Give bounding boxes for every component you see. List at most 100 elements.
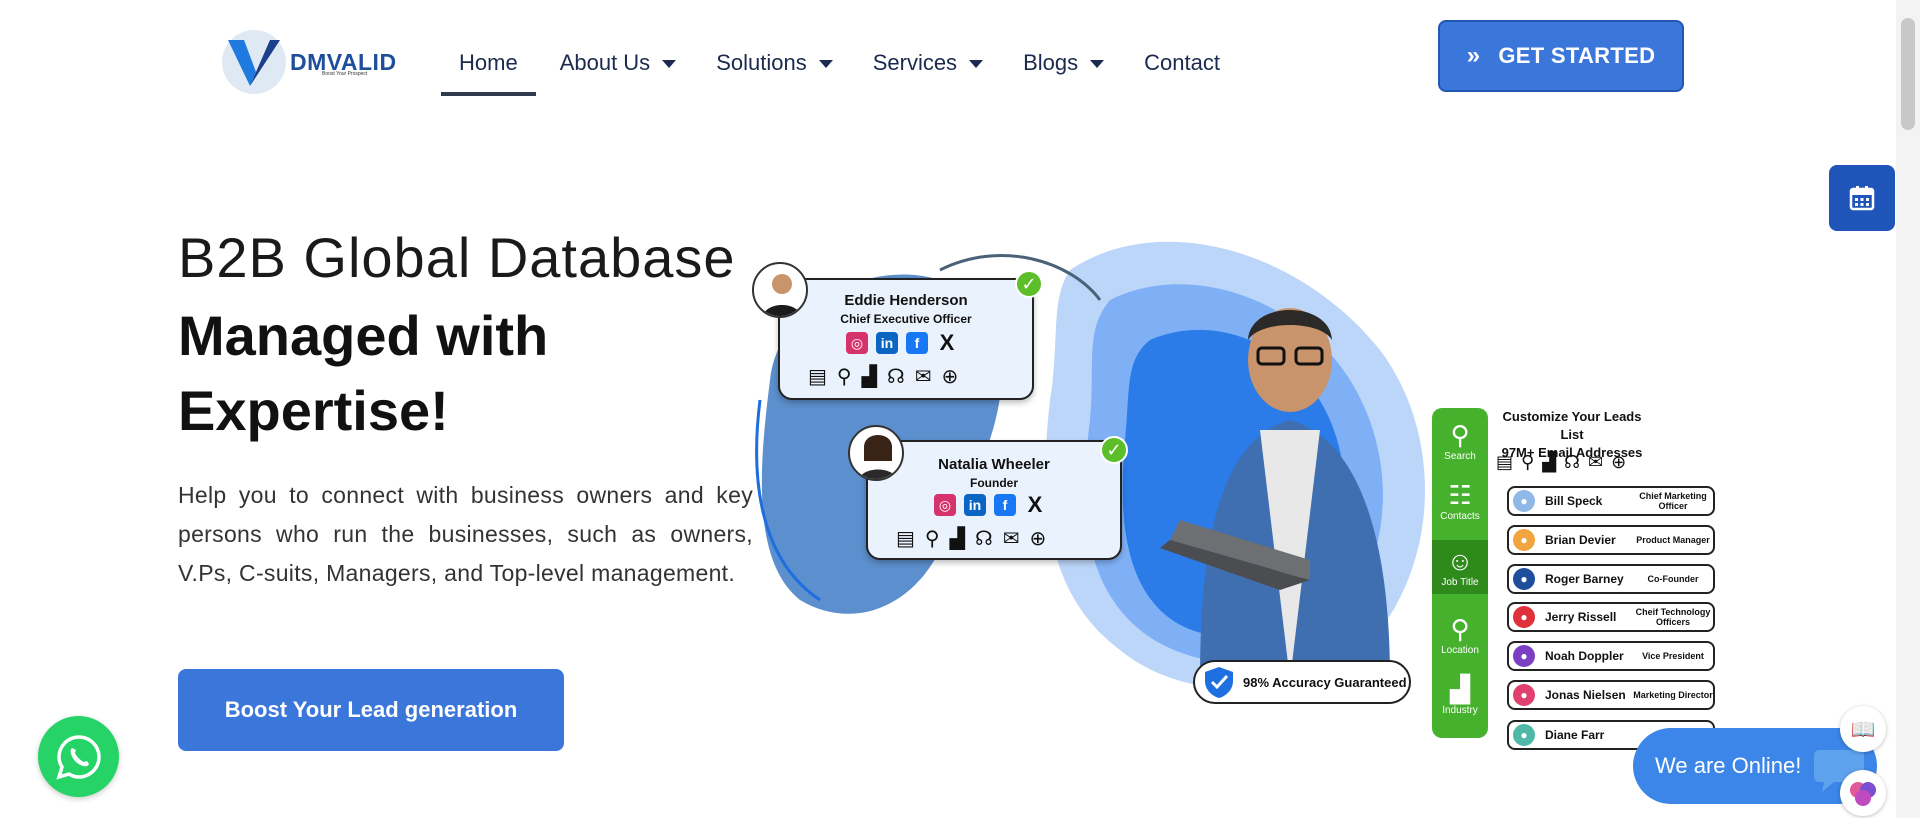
nav-item-label: Contact: [1144, 50, 1220, 75]
person-icon: ●: [1513, 724, 1535, 746]
lead-row: ● Brian Devier Product Manager: [1507, 525, 1715, 555]
lead-name: Brian Devier: [1545, 533, 1616, 547]
hero-title-line2: Managed with Expertise!: [178, 304, 549, 442]
globe-icon: ⊕: [1611, 452, 1627, 472]
nav-item-label: About Us: [559, 50, 651, 75]
job-icon: ☺: [1446, 546, 1474, 576]
social-icons: ◎ in f X: [846, 330, 958, 355]
filter-contacts: ☷ Contacts: [1432, 480, 1488, 522]
lead-name: Bill Speck: [1545, 494, 1603, 508]
filter-search: ⚲ Search: [1432, 420, 1488, 462]
book-icon: 📖: [1850, 718, 1876, 741]
person-icon: ●: [1513, 490, 1535, 512]
get-started-label: GET STARTED: [1498, 43, 1656, 68]
factory-icon: ▟: [1450, 674, 1470, 704]
lead-row: ● Jerry Rissell Cheif Technology Officer…: [1507, 602, 1715, 632]
nav-item-contact[interactable]: Contact: [1144, 38, 1220, 88]
hero-title-line1: B2B Global Database: [178, 226, 736, 289]
location-pin-icon: ⚲: [1450, 614, 1470, 644]
filter-label: Location: [1441, 645, 1479, 656]
caret-down-icon: [969, 60, 984, 68]
card-name: Eddie Henderson: [844, 292, 968, 309]
man-with-laptop-image: [1160, 308, 1390, 680]
list-icon: ▤: [896, 528, 915, 550]
facebook-icon: f: [994, 494, 1016, 516]
boost-lead-generation-button[interactable]: Boost Your Lead generation: [178, 669, 564, 751]
location-pin-icon: ⚲: [924, 528, 940, 550]
reader-mode-button[interactable]: 📖: [1840, 706, 1886, 752]
lead-name: Diane Farr: [1545, 728, 1605, 742]
linkedin-icon: in: [876, 332, 898, 354]
accuracy-text: 98% Accuracy Guaranteed: [1243, 674, 1407, 690]
linkedin-icon: in: [964, 494, 986, 516]
contact-data-icons: ▤ ⚲ ▟ ☊ ✉ ⊕: [896, 526, 1046, 551]
envelope-icon: ✉: [1002, 528, 1020, 550]
lead-title: Product Manager: [1636, 535, 1710, 545]
lead-title: Vice President: [1642, 651, 1704, 661]
nav-item-services[interactable]: Services: [872, 38, 984, 88]
headset-icon: ☊: [974, 528, 993, 550]
page-scrollbar[interactable]: [1896, 0, 1920, 818]
nav-item-about-us[interactable]: About Us: [560, 38, 677, 88]
contacts-icon: ☷: [1448, 480, 1472, 510]
caret-down-icon: [662, 60, 677, 68]
lead-row: ● Roger Barney Co-Founder: [1507, 564, 1715, 594]
card-role: Founder: [970, 476, 1018, 490]
verified-check-icon: ✓: [1015, 270, 1043, 298]
factory-icon: ▟: [1542, 452, 1557, 472]
nav-item-home[interactable]: Home: [441, 38, 536, 96]
get-started-button[interactable]: » GET STARTED: [1438, 20, 1684, 92]
search-icon: ⚲: [1450, 420, 1470, 450]
brand-logo[interactable]: DMVALID Boost Your Prospect: [222, 30, 402, 94]
caret-down-icon: [1090, 60, 1105, 68]
person-icon: ●: [1513, 684, 1535, 706]
person-icon: ●: [1513, 568, 1535, 590]
double-chevron-right-icon: »: [1466, 42, 1481, 69]
contact-card-eddie: Eddie Henderson Chief Executive Officer …: [778, 278, 1034, 400]
location-pin-icon: ⚲: [1521, 452, 1535, 472]
lead-row: ● Jonas Nielsen Marketing Director: [1507, 680, 1715, 710]
hero-illustration: Eddie Henderson Chief Executive Officer …: [740, 230, 1740, 790]
person-icon: ●: [1513, 645, 1535, 667]
filter-label: Search: [1444, 451, 1476, 462]
filter-sidebar: ⚲ Search ☷ Contacts ☺ Job Title ⚲ Location ▟…: [1432, 408, 1488, 738]
factory-icon: ▟: [949, 528, 965, 550]
panel-data-icons: ▤ ⚲ ▟ ☊ ✉ ⊕: [1496, 452, 1626, 473]
social-icons: ◎ in f X: [934, 492, 1046, 517]
logo-mark-icon: [222, 30, 286, 94]
contact-card-natalia: Natalia Wheeler Founder ◎ in f X ▤ ⚲ ▟ ☊…: [866, 440, 1122, 560]
lead-row: ● Noah Doppler Vice President: [1507, 641, 1715, 671]
location-pin-icon: ⚲: [836, 366, 852, 388]
lead-row: ● Bill Speck Chief Marketing Officer: [1507, 486, 1715, 516]
instagram-icon: ◎: [934, 494, 956, 516]
whatsapp-button[interactable]: [38, 716, 119, 797]
lead-name: Jerry Rissell: [1545, 610, 1617, 624]
lead-name: Noah Doppler: [1545, 649, 1624, 663]
accuracy-badge: 98% Accuracy Guaranteed: [1193, 660, 1411, 704]
person-icon: ●: [1513, 606, 1535, 628]
list-icon: ▤: [808, 366, 827, 388]
scrollbar-thumb[interactable]: [1901, 18, 1915, 130]
nav-item-label: Home: [459, 50, 518, 75]
natalia-avatar: [848, 425, 904, 481]
person-icon: ●: [1513, 529, 1535, 551]
ai-assistant-button[interactable]: [1840, 770, 1886, 816]
lead-title: Marketing Director: [1633, 690, 1713, 700]
nav-item-solutions[interactable]: Solutions: [716, 38, 833, 88]
eddie-avatar: [752, 262, 808, 318]
nav-item-label: Services: [872, 50, 958, 75]
lead-title: Co-Founder: [1647, 574, 1699, 584]
verified-check-icon: ✓: [1100, 436, 1128, 464]
lead-title: Chief Marketing Officer: [1639, 491, 1707, 511]
contact-data-icons: ▤ ⚲ ▟ ☊ ✉ ⊕: [808, 364, 958, 389]
filter-job-title: ☺ Job Title: [1432, 540, 1488, 594]
headset-icon: ☊: [1564, 452, 1581, 472]
filter-location: ⚲ Location: [1432, 614, 1488, 656]
x-icon: X: [1027, 492, 1043, 517]
nav-item-blogs[interactable]: Blogs: [1023, 38, 1105, 88]
calendar-button[interactable]: [1829, 165, 1895, 231]
list-icon: ▤: [1496, 452, 1514, 472]
filter-label: Contacts: [1440, 511, 1480, 522]
card-role: Chief Executive Officer: [840, 312, 972, 326]
nav-item-label: Blogs: [1023, 50, 1079, 75]
